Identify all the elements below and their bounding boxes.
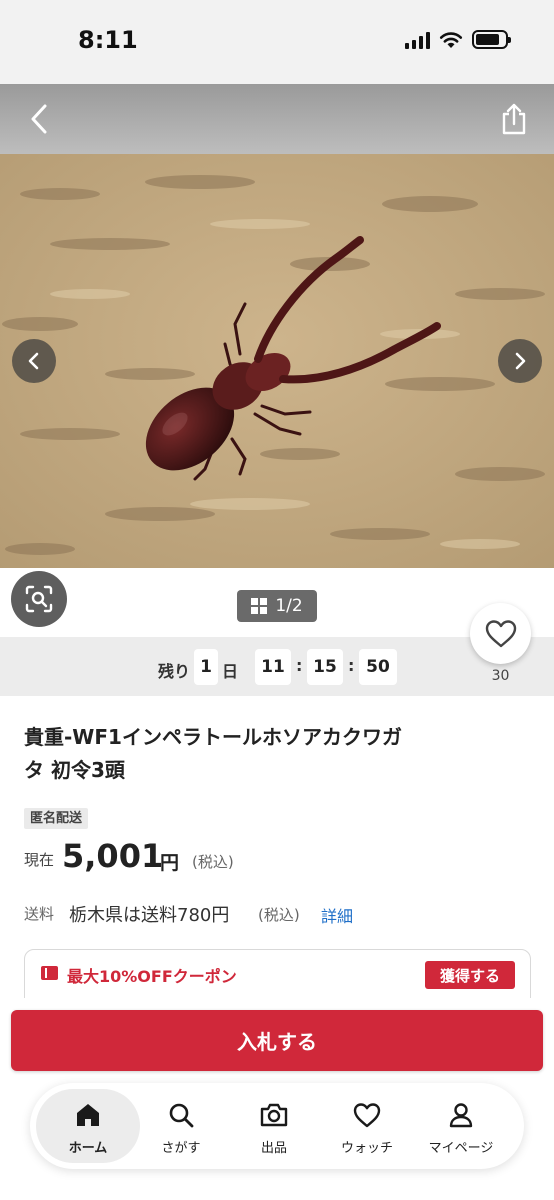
nav-label: マイページ <box>428 1141 494 1156</box>
photo-page-text: 1/2 <box>275 596 303 616</box>
countdown-colon: : <box>348 656 355 675</box>
next-photo-button[interactable] <box>498 339 542 383</box>
nav-label: 出品 <box>260 1141 287 1156</box>
anonymous-shipping-badge: 匿名配送 <box>24 808 89 829</box>
item-title: 貴重-WF1インペラトールホソアカクワガ タ 初令3頭 <box>24 721 494 787</box>
nav-watch[interactable]: ウォッチ <box>319 1083 415 1169</box>
image-search-icon <box>25 585 53 613</box>
home-icon <box>77 1104 99 1126</box>
countdown-label: 残り <box>158 662 191 681</box>
shipping-fee: 栃木県は送料780円 <box>69 905 230 926</box>
get-coupon-button[interactable]: 獲得する <box>425 961 515 989</box>
share-icon <box>502 103 526 135</box>
chevron-right-icon <box>515 352 526 370</box>
coupon-text: 最大10%OFFクーポン <box>67 967 237 986</box>
shipping-label: 送料 <box>24 905 55 923</box>
bid-button[interactable]: 入札する <box>11 1010 543 1071</box>
nav-mypage[interactable]: マイページ <box>413 1083 509 1169</box>
countdown-day-unit: 日 <box>222 662 239 681</box>
shipping-tax-note: (税込) <box>258 906 300 924</box>
countdown-colon: : <box>296 656 303 675</box>
bottom-navigation: ホーム さがす 出品 ウォッチ マイページ <box>30 1083 524 1169</box>
status-icons <box>405 30 511 49</box>
nav-home[interactable]: ホーム <box>40 1083 136 1169</box>
photo-header <box>0 84 554 154</box>
image-search-button[interactable] <box>11 571 67 627</box>
nav-sell[interactable]: 出品 <box>226 1083 322 1169</box>
price-tax-note: (税込) <box>192 853 234 871</box>
stag-beetle-photo <box>0 154 554 568</box>
chevron-left-icon <box>31 104 47 134</box>
cellular-signal-icon <box>405 31 430 49</box>
price-unit: 円 <box>160 852 180 874</box>
previous-photo-button[interactable] <box>12 339 56 383</box>
shipping-detail-link[interactable]: 詳細 <box>321 903 353 927</box>
camera-icon <box>260 1103 288 1127</box>
nav-search[interactable]: さがす <box>133 1083 229 1169</box>
status-bar: 8:11 <box>0 0 554 84</box>
item-title-line: タ 初令3頭 <box>24 758 125 782</box>
countdown-days: 1 <box>194 649 218 685</box>
item-title-line: 貴重-WF1インペラトールホソアカクワガ <box>24 725 402 749</box>
watch-count: 30 <box>491 668 510 684</box>
wifi-icon <box>439 31 463 48</box>
countdown-hours: 11 <box>255 649 291 685</box>
person-icon <box>449 1103 473 1128</box>
status-time: 8:11 <box>78 26 138 54</box>
heart-icon <box>353 1103 381 1128</box>
product-photo[interactable] <box>0 154 554 568</box>
current-price: 5,001 <box>62 837 164 875</box>
photo-page-indicator[interactable]: 1/2 <box>237 590 317 622</box>
share-button[interactable] <box>489 94 539 144</box>
nav-label: さがす <box>161 1141 201 1156</box>
battery-icon <box>472 30 511 49</box>
grid-icon <box>251 598 268 614</box>
nav-label: ホーム <box>68 1141 108 1156</box>
back-button[interactable] <box>14 94 64 144</box>
chevron-left-icon <box>28 352 39 370</box>
coupon-icon <box>41 966 58 980</box>
countdown-minutes: 15 <box>307 649 343 685</box>
watch-button[interactable] <box>470 603 531 664</box>
nav-label: ウォッチ <box>340 1141 393 1156</box>
price-label: 現在 <box>24 851 55 869</box>
auction-countdown: 残り 1 日 11 : 15 : 50 <box>0 637 554 696</box>
search-icon <box>169 1103 194 1128</box>
heart-icon <box>485 619 516 647</box>
countdown-seconds: 50 <box>359 649 397 685</box>
